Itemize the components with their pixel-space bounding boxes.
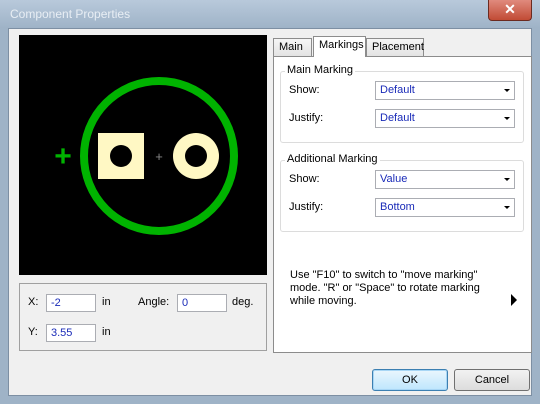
angle-input[interactable]: 0	[177, 294, 227, 312]
close-button[interactable]: ✕	[488, 0, 532, 21]
polarity-plus: +	[54, 140, 72, 173]
main-show-label: Show:	[289, 84, 320, 96]
additional-show-dropdown[interactable]: Value	[375, 170, 515, 189]
angle-label: Angle:	[138, 296, 170, 308]
additional-marking-title: Additional Marking	[285, 153, 380, 165]
tab-placement[interactable]: Placement	[366, 38, 424, 56]
footprint-drawing: + +	[54, 77, 238, 235]
round-pad-hole	[185, 145, 207, 167]
tab-main[interactable]: Main	[273, 38, 312, 56]
chevron-down-icon	[504, 89, 510, 92]
markings-tab-panel: Main Marking Show: Default Justify: Defa…	[273, 56, 532, 353]
y-input[interactable]: 3.55	[46, 324, 96, 342]
chevron-down-icon	[504, 178, 510, 181]
x-input[interactable]: -2	[46, 294, 96, 312]
component-preview: + +	[19, 35, 267, 275]
main-justify-dropdown[interactable]: Default	[375, 109, 515, 128]
main-show-dropdown[interactable]: Default	[375, 81, 515, 100]
square-pad-hole	[110, 145, 132, 167]
play-icon[interactable]	[511, 294, 517, 306]
chevron-down-icon	[504, 206, 510, 209]
x-label: X:	[28, 296, 39, 308]
window-title: Component Properties	[10, 7, 131, 21]
angle-unit: deg.	[232, 296, 254, 308]
component-properties-window: Component Properties ✕ + + X: -2 in Angl…	[0, 0, 540, 404]
additional-justify-dropdown[interactable]: Bottom	[375, 198, 515, 217]
y-label: Y:	[28, 326, 38, 338]
position-panel: X: -2 in Angle: 0 deg. Y: 3.55 in	[19, 283, 267, 351]
title-bar[interactable]: Component Properties ✕	[0, 0, 540, 28]
x-unit: in	[102, 296, 111, 308]
marking-hint-text: Use "F10" to switch to "move marking" mo…	[290, 269, 480, 307]
ok-button[interactable]: OK	[372, 369, 448, 391]
main-marking-title: Main Marking	[285, 64, 356, 76]
chevron-down-icon	[504, 117, 510, 120]
dialog-client-area: + + X: -2 in Angle: 0 deg. Y: 3.55 in Ma…	[8, 28, 532, 396]
additional-show-label: Show:	[289, 173, 320, 185]
additional-marking-group: Additional Marking Show: Value Justify: …	[280, 153, 524, 232]
main-marking-group: Main Marking Show: Default Justify: Defa…	[280, 64, 524, 143]
cancel-button[interactable]: Cancel	[454, 369, 530, 391]
additional-show-value: Value	[380, 173, 408, 185]
tab-markings[interactable]: Markings	[313, 36, 366, 57]
center-marker: +	[155, 149, 163, 164]
main-justify-label: Justify:	[289, 112, 324, 124]
additional-justify-value: Bottom	[380, 201, 415, 213]
y-unit: in	[102, 326, 111, 338]
additional-justify-label: Justify:	[289, 201, 324, 213]
main-show-value: Default	[380, 84, 415, 96]
main-justify-value: Default	[380, 112, 415, 124]
